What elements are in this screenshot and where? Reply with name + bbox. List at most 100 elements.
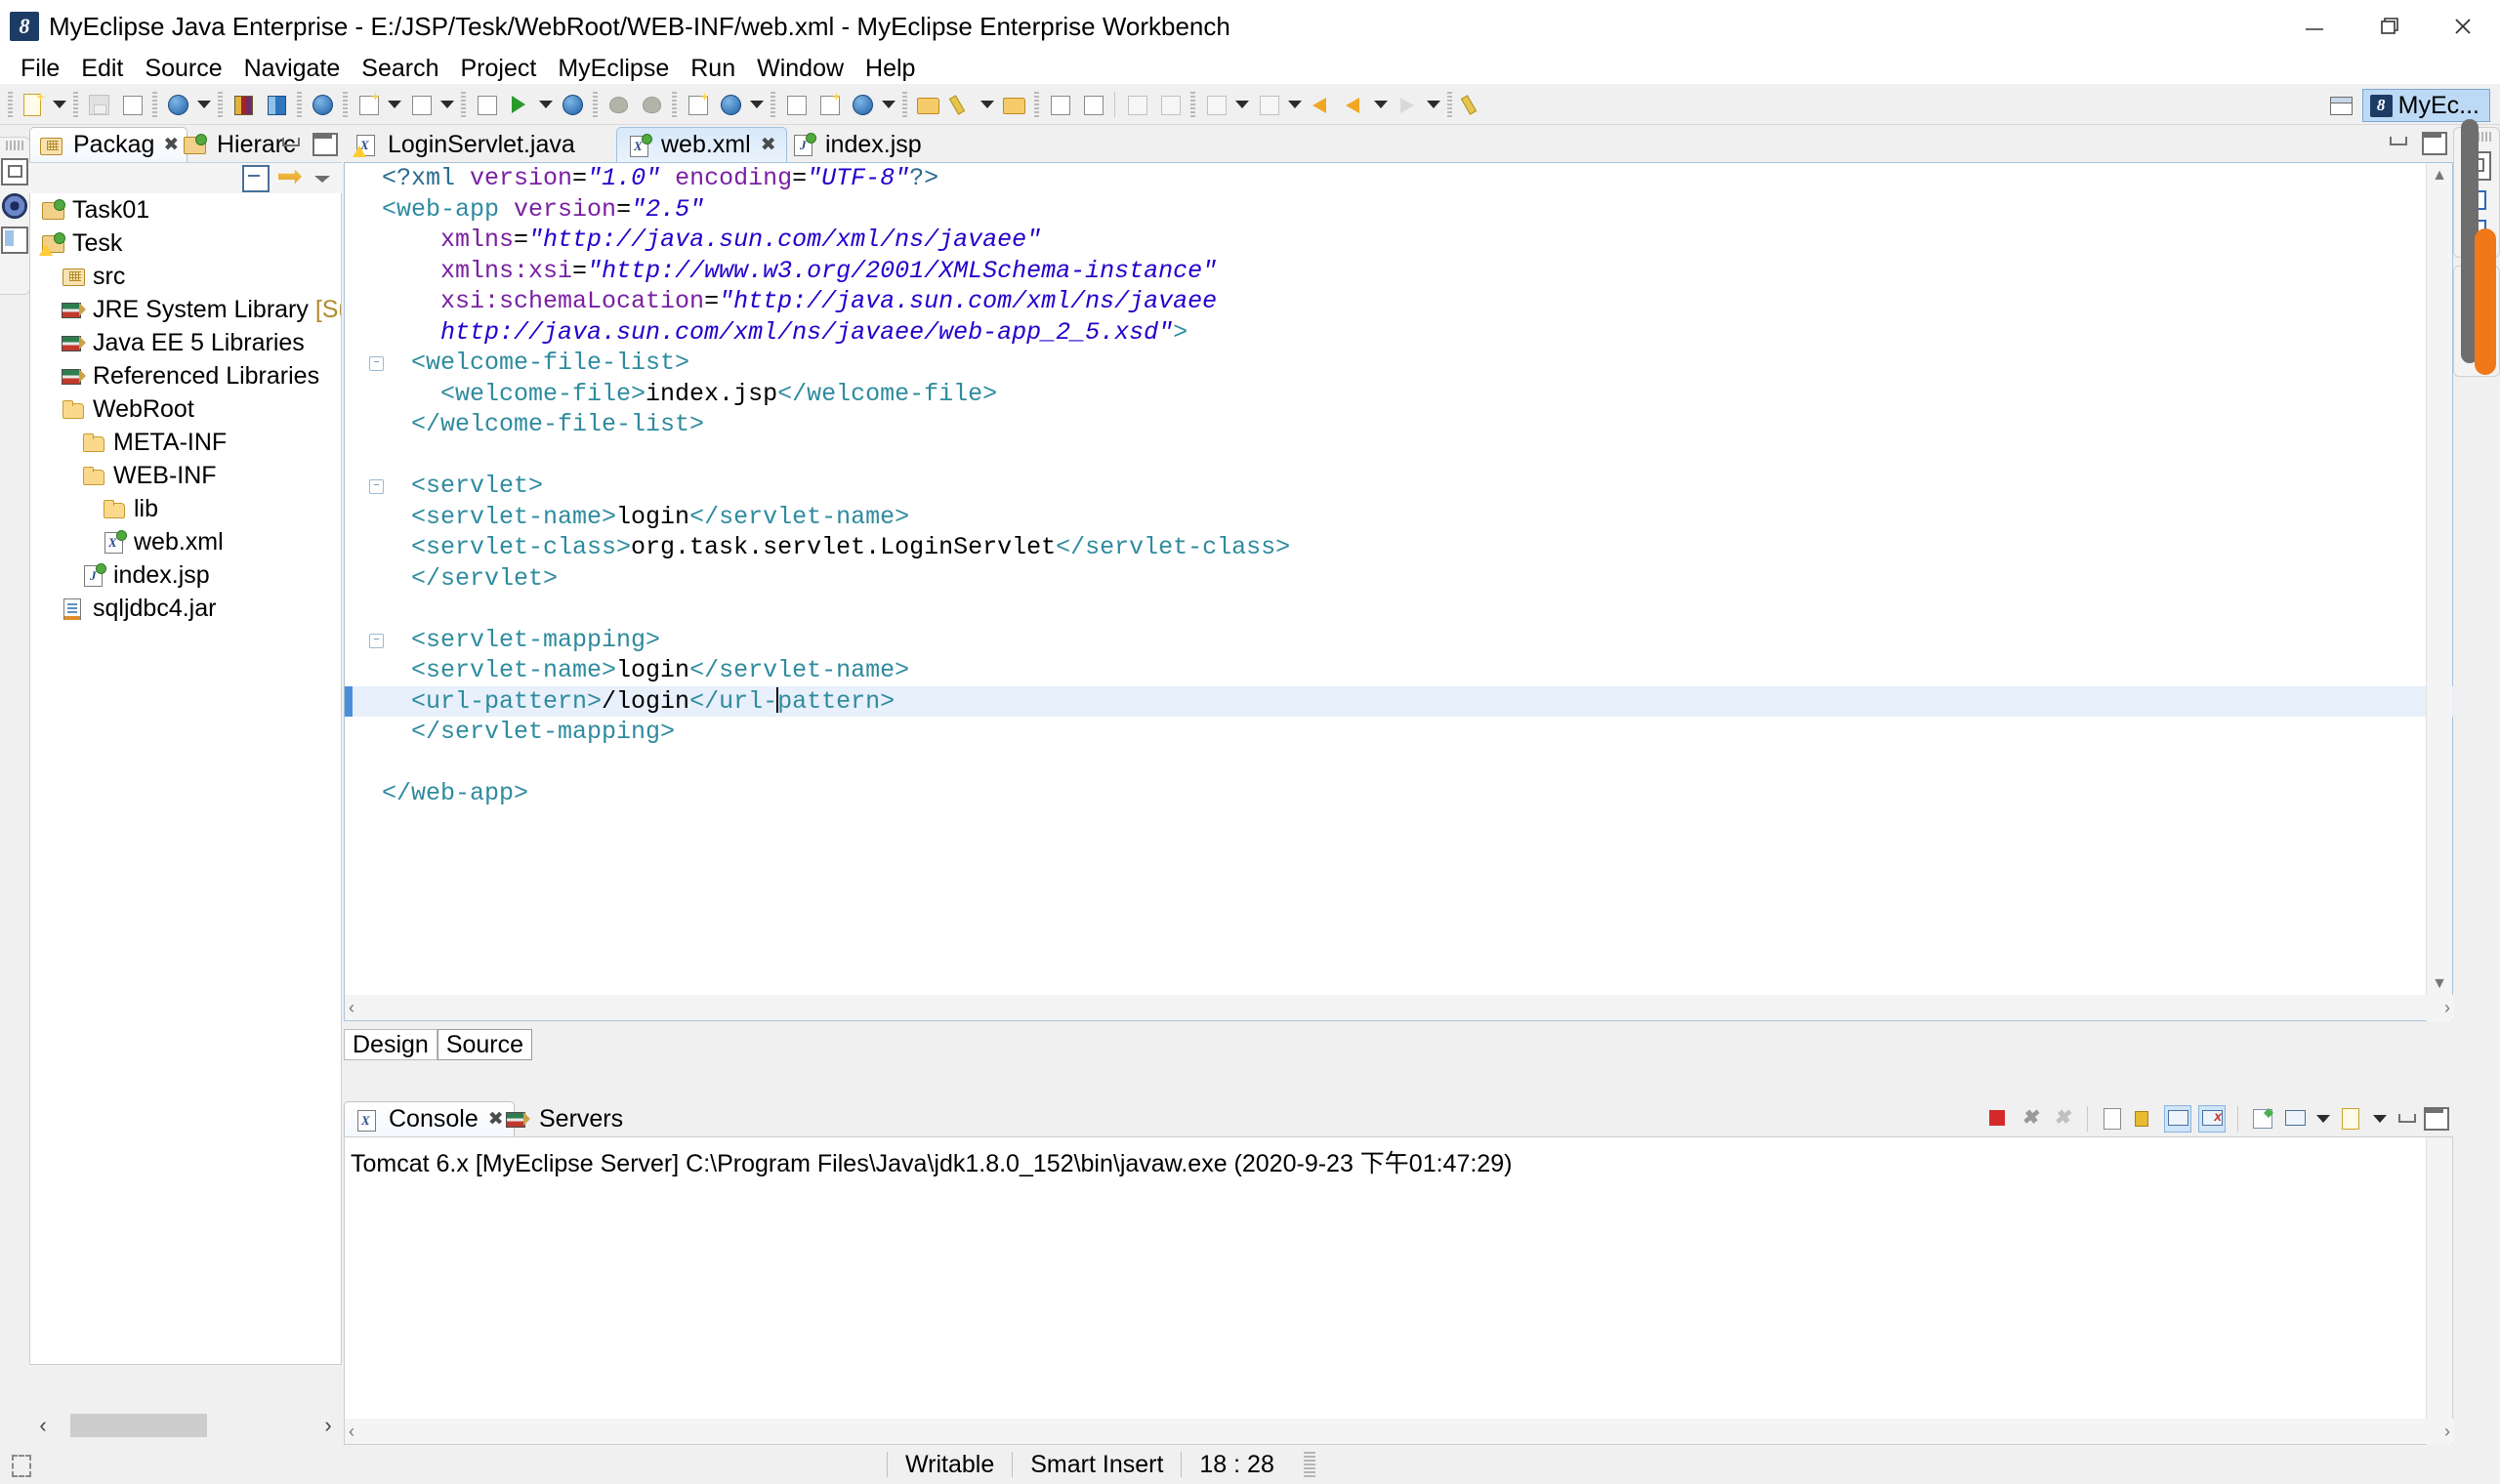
- forward-dropdown-icon[interactable]: [1424, 89, 1443, 120]
- tree-item-webroot[interactable]: WebRoot: [30, 392, 341, 426]
- prev-annotation-dropdown-icon[interactable]: [1285, 89, 1305, 120]
- minimize-icon[interactable]: [2387, 132, 2408, 151]
- format-icon[interactable]: [1457, 89, 1488, 120]
- menu-item-run[interactable]: Run: [680, 53, 746, 84]
- hscroll-left-icon[interactable]: ‹: [349, 1422, 354, 1442]
- code-line[interactable]: <?xml version="1.0" encoding="UTF-8"?>: [345, 163, 2454, 194]
- debug-config-icon[interactable]: [405, 89, 437, 120]
- new-package-icon[interactable]: [813, 89, 845, 120]
- open-console-icon[interactable]: [2339, 1106, 2364, 1132]
- web-browser-icon[interactable]: [307, 89, 338, 120]
- debug-bug-icon[interactable]: [603, 89, 634, 120]
- toolbar-grip[interactable]: [461, 92, 466, 117]
- code-line[interactable]: [345, 594, 2454, 625]
- tree-item-index-jsp[interactable]: index.jsp: [30, 558, 341, 592]
- toolbar-grip[interactable]: [8, 92, 13, 117]
- new-java-icon[interactable]: [847, 89, 878, 120]
- hscroll-right-icon[interactable]: ›: [314, 1406, 342, 1445]
- collapse-all-icon[interactable]: [242, 165, 270, 192]
- minimize-icon[interactable]: [2396, 1109, 2417, 1129]
- close-window-button[interactable]: [2426, 0, 2500, 53]
- view-menu-icon[interactable]: [311, 167, 334, 190]
- toolbar-grip[interactable]: [593, 92, 598, 117]
- restore-icon[interactable]: [1, 158, 28, 186]
- next-annotation-icon[interactable]: [1200, 89, 1231, 120]
- code-line[interactable]: <servlet-name>login</servlet-name>: [345, 502, 2454, 533]
- display-selected-console-icon[interactable]: [2282, 1106, 2308, 1132]
- new-dropdown-icon[interactable]: [50, 89, 69, 120]
- maximize-icon[interactable]: [312, 133, 338, 156]
- web-report-icon[interactable]: [715, 89, 746, 120]
- last-edit-icon[interactable]: [1306, 89, 1337, 120]
- database-blue-icon[interactable]: [261, 89, 292, 120]
- overview-ruler-thumb[interactable]: [2475, 228, 2496, 375]
- tree-item-tesk[interactable]: Tesk: [30, 227, 341, 260]
- hscroll-thumb[interactable]: [70, 1414, 207, 1437]
- code-line[interactable]: <servlet>: [345, 471, 2454, 502]
- pin-console-icon[interactable]: [2250, 1106, 2275, 1132]
- tree-item-lib[interactable]: lib: [30, 492, 341, 525]
- console-vscrollbar[interactable]: [2426, 1137, 2452, 1446]
- toolbar-grip[interactable]: [771, 92, 775, 117]
- hscroll-left-icon[interactable]: ‹: [29, 1406, 57, 1445]
- tree-item-java-ee-5-libraries[interactable]: Java EE 5 Libraries: [30, 326, 341, 359]
- code-line[interactable]: </servlet-mapping>: [345, 717, 2454, 748]
- editor-vscrollbar[interactable]: ▲ ▼: [2426, 163, 2452, 1022]
- page-tab-source[interactable]: Source: [438, 1029, 532, 1060]
- tree-item-web-xml[interactable]: web.xml: [30, 525, 341, 558]
- maximize-icon[interactable]: [2422, 132, 2447, 155]
- new-java-dropdown-icon[interactable]: [879, 89, 898, 120]
- toolbar-grip[interactable]: [343, 92, 348, 117]
- tree-item-web-inf[interactable]: WEB-INF: [30, 459, 341, 492]
- code-line[interactable]: [345, 748, 2454, 779]
- toolbar-grip[interactable]: [73, 92, 78, 117]
- annotation-icon[interactable]: [1077, 89, 1108, 120]
- scroll-down-icon[interactable]: ▼: [2427, 971, 2452, 997]
- code-line[interactable]: xmlns:xsi="http://www.w3.org/2001/XMLSch…: [345, 256, 2454, 287]
- tab-packag[interactable]: Packag✖: [29, 127, 188, 162]
- search-icon[interactable]: [945, 89, 977, 120]
- editor-body[interactable]: −−− <?xml version="1.0" encoding="UTF-8"…: [344, 162, 2453, 1021]
- code-line[interactable]: <web-app version="2.5": [345, 194, 2454, 226]
- menu-item-project[interactable]: Project: [450, 53, 548, 84]
- tree-item-referenced-libraries[interactable]: Referenced Libraries: [30, 359, 341, 392]
- forward-icon[interactable]: [1392, 89, 1423, 120]
- package-explorer-hscrollbar[interactable]: ‹ ›: [29, 1406, 342, 1445]
- profile-icon[interactable]: [636, 89, 667, 120]
- expand-all-icon[interactable]: [1121, 89, 1152, 120]
- prev-annotation-icon[interactable]: [1253, 89, 1284, 120]
- tree-item-sqljdbc4-jar[interactable]: sqljdbc4.jar: [30, 592, 341, 625]
- hscroll-track[interactable]: [57, 1414, 314, 1437]
- code-line[interactable]: <servlet-name>login</servlet-name>: [345, 655, 2454, 686]
- collapse-all-icon[interactable]: [1154, 89, 1186, 120]
- menu-item-edit[interactable]: Edit: [70, 53, 134, 84]
- code-line[interactable]: <welcome-file>index.jsp</welcome-file>: [345, 379, 2454, 410]
- restore-window-button[interactable]: [2352, 0, 2426, 53]
- toolbar-grip[interactable]: [218, 92, 223, 117]
- menu-item-window[interactable]: Window: [746, 53, 854, 84]
- menu-item-file[interactable]: File: [10, 53, 70, 84]
- editor-tab-loginservlet-java[interactable]: LoginServlet.java: [344, 127, 585, 162]
- editor-hscrollbar[interactable]: ‹ ›: [345, 995, 2454, 1020]
- console-tab-console[interactable]: Console✖: [344, 1101, 515, 1136]
- run-config-icon[interactable]: [353, 89, 384, 120]
- tree-item-meta-inf[interactable]: META-INF: [30, 426, 341, 459]
- xml-source-code[interactable]: <?xml version="1.0" encoding="UTF-8"?><w…: [345, 163, 2454, 1022]
- print-icon[interactable]: [116, 89, 147, 120]
- outline-icon[interactable]: [1044, 89, 1075, 120]
- server-dropdown-icon[interactable]: [536, 89, 556, 120]
- run-server-icon[interactable]: [504, 89, 535, 120]
- code-line[interactable]: </web-app>: [345, 778, 2454, 809]
- next-annotation-dropdown-icon[interactable]: [1232, 89, 1252, 120]
- console-hscrollbar[interactable]: ‹ ›: [345, 1419, 2454, 1444]
- fast-view-grip[interactable]: [6, 141, 23, 150]
- open-resource-icon[interactable]: [998, 89, 1029, 120]
- back-dropdown-icon[interactable]: [1371, 89, 1391, 120]
- toolbar-grip[interactable]: [297, 92, 302, 117]
- close-icon[interactable]: ✖: [761, 134, 776, 156]
- perspective-tab-myeclipse[interactable]: 8 MyEc...: [2362, 89, 2490, 122]
- server-icon[interactable]: [471, 89, 502, 120]
- show-console-on-error-icon[interactable]: [2198, 1105, 2226, 1133]
- menu-item-navigate[interactable]: Navigate: [233, 53, 352, 84]
- console-output-panel[interactable]: Tomcat 6.x [MyEclipse Server] C:\Program…: [344, 1136, 2453, 1445]
